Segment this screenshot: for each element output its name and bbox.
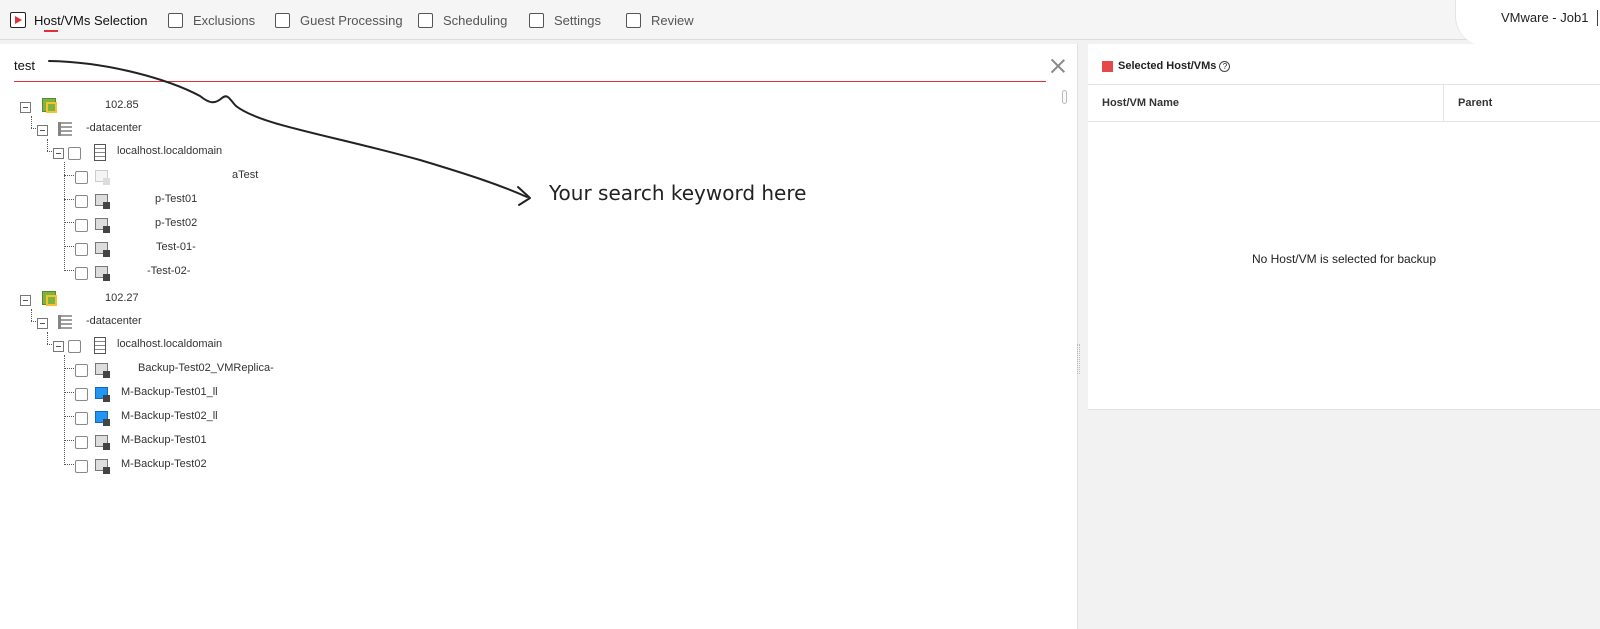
help-icon[interactable]: ?	[1219, 60, 1231, 72]
selected-panel-header: Selected Host/VMs ?	[1102, 58, 1231, 74]
annotation-text: Your search keyword here	[549, 181, 807, 205]
column-header-host-vm-name[interactable]: Host/VM Name	[1102, 85, 1442, 121]
selected-panel-title: Selected Host/VMs	[1118, 60, 1217, 72]
selected-host-vms-panel: Selected Host/VMs ? Host/VM Name Parent …	[1088, 44, 1600, 410]
selected-color-swatch	[1102, 60, 1113, 72]
empty-state-message: No Host/VM is selected for backup	[1251, 252, 1437, 266]
selected-table-header: Host/VM Name Parent	[1088, 84, 1600, 122]
column-header-parent[interactable]: Parent	[1443, 85, 1600, 121]
